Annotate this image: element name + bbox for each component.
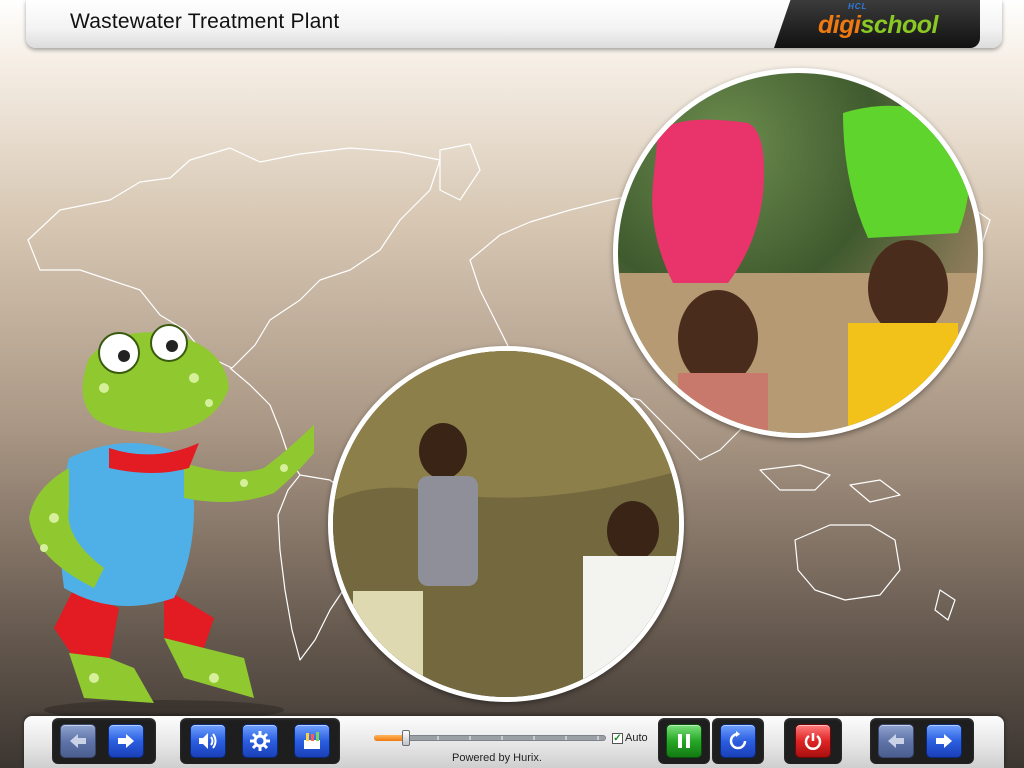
frog-mascot-illustration bbox=[29, 324, 314, 718]
right-arrow-icon bbox=[936, 734, 952, 748]
tools-button[interactable] bbox=[294, 724, 330, 758]
next-button[interactable] bbox=[108, 724, 144, 758]
pause-group bbox=[658, 718, 710, 764]
auto-checkbox[interactable]: ✓ bbox=[612, 732, 623, 744]
replay-button[interactable] bbox=[720, 724, 756, 758]
auto-label: Auto bbox=[625, 732, 648, 744]
gear-icon bbox=[250, 731, 270, 751]
page-title: Wastewater Treatment Plant bbox=[70, 10, 340, 33]
audio-button[interactable] bbox=[190, 724, 226, 758]
pause-icon bbox=[678, 734, 690, 748]
stationery-icon bbox=[304, 732, 320, 749]
speaker-icon bbox=[199, 733, 217, 749]
pause-button[interactable] bbox=[666, 724, 702, 758]
left-arrow-icon bbox=[888, 734, 904, 748]
header-bar: Wastewater Treatment Plant HCL digischoo… bbox=[26, 0, 1002, 48]
replay-group bbox=[712, 718, 764, 764]
page-forward-button[interactable] bbox=[926, 724, 962, 758]
settings-button[interactable] bbox=[242, 724, 278, 758]
replay-icon bbox=[729, 731, 747, 750]
boy-illustration bbox=[333, 351, 679, 697]
tools-group bbox=[180, 718, 340, 764]
photo-girls-carrying-water bbox=[613, 68, 983, 438]
logo-word-digi: digi bbox=[818, 11, 861, 39]
brand-logo: HCL digischool bbox=[774, 0, 980, 48]
previous-button[interactable] bbox=[60, 724, 96, 758]
powered-by-text: Powered by Hurix. bbox=[452, 752, 542, 764]
bottom-toolbar: ✓ Auto Powered by Hurix. bbox=[24, 716, 1004, 768]
progress-thumb[interactable] bbox=[402, 730, 410, 746]
auto-play-toggle[interactable]: ✓ Auto bbox=[612, 732, 648, 744]
nav-group-right bbox=[870, 718, 974, 764]
exit-group bbox=[784, 718, 842, 764]
page-back-button[interactable] bbox=[878, 724, 914, 758]
photo-boy-fetching-water bbox=[328, 346, 684, 702]
exit-button[interactable] bbox=[795, 724, 831, 758]
logo-word: digischool bbox=[818, 11, 939, 40]
progress-slider[interactable] bbox=[374, 730, 606, 746]
nav-group-left bbox=[52, 718, 156, 764]
power-icon bbox=[804, 733, 822, 750]
logo-small-text: HCL bbox=[848, 2, 868, 11]
logo-word-school: school bbox=[860, 11, 939, 39]
right-arrow-icon bbox=[118, 734, 134, 748]
girls-illustration bbox=[618, 105, 978, 433]
left-arrow-icon bbox=[70, 734, 86, 748]
